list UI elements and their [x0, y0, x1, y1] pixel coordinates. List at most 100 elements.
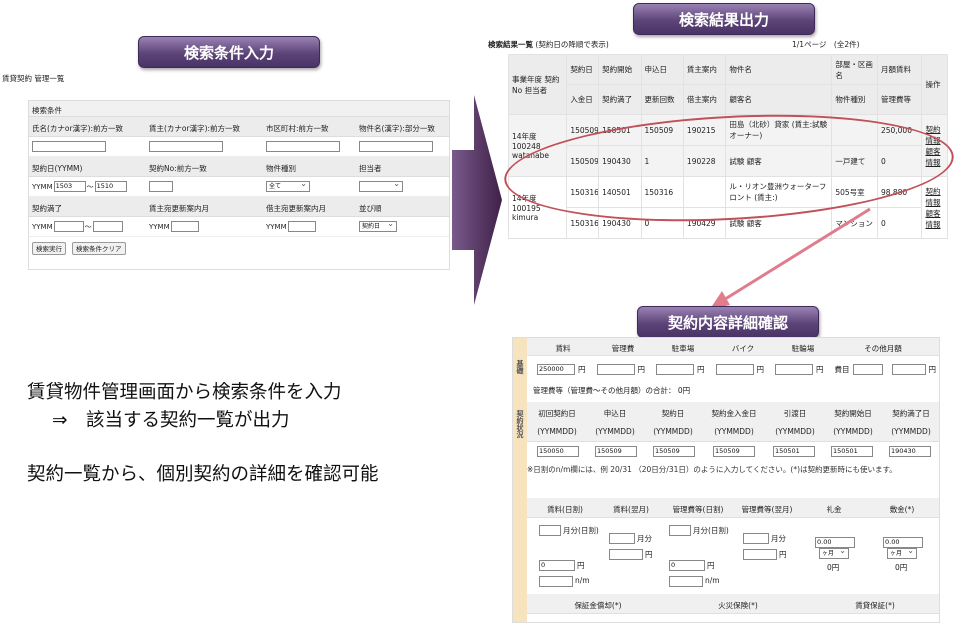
yymm-prefix: YYMM — [32, 182, 53, 191]
yen-unit: 円 — [645, 550, 653, 559]
deposit-input[interactable]: 0.00 — [883, 537, 923, 548]
key-money-unit-select[interactable]: ヶ月 — [819, 546, 849, 559]
label-tenant-renewal: 借主宛更新案内月 — [266, 204, 326, 213]
other-fee-input[interactable] — [891, 364, 926, 375]
application-date-input[interactable]: 150509 — [595, 446, 637, 457]
rent-next-month-input[interactable] — [609, 533, 635, 544]
property-input[interactable] — [359, 141, 433, 152]
rent-input[interactable]: 250000 — [537, 364, 575, 375]
header-payment-date: 入金日 — [566, 84, 600, 115]
date-format: (YYMMDD) — [775, 427, 815, 436]
label-property-type: 物件種別 — [266, 164, 296, 173]
first-contract-date-input[interactable]: 150050 — [537, 446, 579, 457]
contract-no-input[interactable] — [149, 181, 173, 192]
search-conditions-banner: 検索条件入力 — [138, 36, 320, 68]
header-contract-start: 契約開始 — [598, 54, 642, 85]
date-header: 契約開始日 — [834, 409, 872, 418]
date-format: (YYMMDD) — [595, 427, 635, 436]
contract-start-input[interactable]: 150501 — [831, 446, 873, 457]
date-header: 引渡日 — [783, 409, 807, 418]
label-contract-date: 契約日(YYMM) — [32, 164, 83, 173]
search-inputs-row-2: YYMM 1503 ～ 1510 全て — [29, 177, 449, 197]
bottom-header: 火災保険(*) — [718, 601, 758, 610]
search-labels-row-2: 契約日(YYMM) 契約No:前方一致 物件種別 担当者 — [29, 157, 449, 177]
yen-unit: 円 — [779, 550, 787, 559]
rent-next-amount-input[interactable] — [609, 549, 643, 560]
contract-end-input[interactable]: 190430 — [889, 446, 931, 457]
contract-link[interactable]: 契約 — [925, 186, 944, 197]
parking-input[interactable] — [656, 364, 694, 375]
other-fee-name-input[interactable] — [852, 364, 883, 375]
property-type-select[interactable]: 全て — [266, 179, 310, 192]
caption-line-2: ⇒ 該当する契約一覧が出力 — [52, 410, 290, 431]
tenant-renewal-input[interactable] — [287, 221, 316, 232]
mgmt-next-month-input[interactable] — [743, 533, 769, 544]
label-staff: 担当者 — [359, 164, 382, 173]
rent-prorate-month-input[interactable] — [539, 525, 561, 536]
rent-prorate-nm-input[interactable] — [539, 576, 573, 587]
mgmt-prorate-amount-input[interactable]: 0 — [669, 560, 705, 571]
caption-line-3: 契約一覧から、個別契約の詳細を確認可能 — [27, 464, 379, 485]
deposit-unit-select[interactable]: ヶ月 — [887, 546, 917, 559]
results-header-row: 事業年度 契約No 担当者 契約日 契約開始 申込日 賃主案内 物件名 部屋・区… — [507, 54, 948, 115]
handover-date-input[interactable]: 150501 — [773, 446, 815, 457]
search-button[interactable]: 検索実行 — [32, 242, 66, 255]
operations-cell: 契約 情報 顧客 情報 — [921, 176, 948, 239]
name-input[interactable] — [32, 141, 106, 152]
customer-link[interactable]: 顧客 — [925, 208, 944, 219]
month-unit: 月分 — [771, 534, 786, 543]
header-management-fee: 管理費等 — [876, 84, 923, 115]
contract-link[interactable]: 契約 — [925, 124, 944, 135]
staff-select[interactable] — [359, 179, 403, 192]
owner-renewal-input[interactable] — [170, 221, 199, 232]
fees-input-row: 250000 円 円 円 円 円 費目 円 — [537, 364, 936, 375]
month-day-unit: 月分(日割) — [563, 526, 599, 535]
fee-header: その他月額 — [864, 344, 902, 353]
yymm-prefix: YYMM — [266, 222, 287, 231]
city-input[interactable] — [266, 141, 340, 152]
yymm-prefix: YYMM — [149, 222, 170, 231]
bike-input[interactable] — [715, 364, 754, 375]
date-format: (YYMMDD) — [537, 427, 577, 436]
deposit-total: 0円 — [895, 563, 908, 572]
date-format: (YYMMDD) — [833, 427, 873, 436]
contract-date-from-input[interactable]: 1503 — [53, 181, 86, 192]
fee-header: 駐輪場 — [791, 344, 815, 353]
expiry-from-input[interactable] — [53, 221, 84, 232]
payment-date-input[interactable]: 150509 — [713, 446, 755, 457]
customer-info-link[interactable]: 情報 — [925, 219, 944, 230]
date-format: (YYMMDD) — [714, 427, 754, 436]
header-room: 部屋・区画名 — [831, 54, 878, 85]
yen-unit: 円 — [578, 365, 586, 374]
search-buttons: 検索実行 検索条件クリア — [29, 237, 449, 260]
flow-arrow-icon — [452, 95, 502, 305]
contract-info-link[interactable]: 情報 — [925, 197, 944, 208]
banner-label: 検索結果出力 — [678, 10, 769, 29]
results-header-row: 入金日 契約満了 更新回数 借主案内 顧客名 物件種別 管理費等 — [509, 84, 948, 115]
key-money-input[interactable]: 0.00 — [815, 537, 855, 548]
prorate-header: 敷金(*) — [889, 505, 915, 514]
sort-select[interactable]: 契約日 — [359, 219, 397, 232]
management-fee-input[interactable] — [596, 364, 635, 375]
rent-prorate-amount-input[interactable]: 0 — [539, 560, 575, 571]
clear-button[interactable]: 検索条件クリア — [72, 242, 126, 255]
fee-header: 賃料 — [555, 344, 571, 353]
results-title-text: 検索結果一覧 — [488, 40, 533, 49]
mgmt-prorate-nm-input[interactable] — [669, 576, 703, 587]
mgmt-prorate-month-input[interactable] — [669, 525, 691, 536]
contract-date-input[interactable]: 150509 — [653, 446, 695, 457]
header-operations: 操作 — [921, 54, 948, 115]
date-header: 申込日 — [603, 409, 627, 418]
expiry-to-input[interactable] — [92, 221, 123, 232]
mgmt-next-amount-input[interactable] — [743, 549, 777, 560]
bicycle-input[interactable] — [775, 364, 813, 375]
label-owner: 賃主(カナor漢字):前方一致 — [149, 124, 241, 133]
contract-date-to-input[interactable]: 1510 — [94, 181, 127, 192]
date-header: 契約金入金日 — [711, 409, 757, 418]
header-contract-date: 契約日 — [566, 54, 600, 85]
date-format: (YYMMDD) — [653, 427, 693, 436]
section-label-status: 契約状況 — [516, 410, 524, 438]
pointer-arrow-icon — [710, 207, 871, 309]
owner-input[interactable] — [149, 141, 223, 152]
yen-unit: 円 — [577, 561, 585, 570]
